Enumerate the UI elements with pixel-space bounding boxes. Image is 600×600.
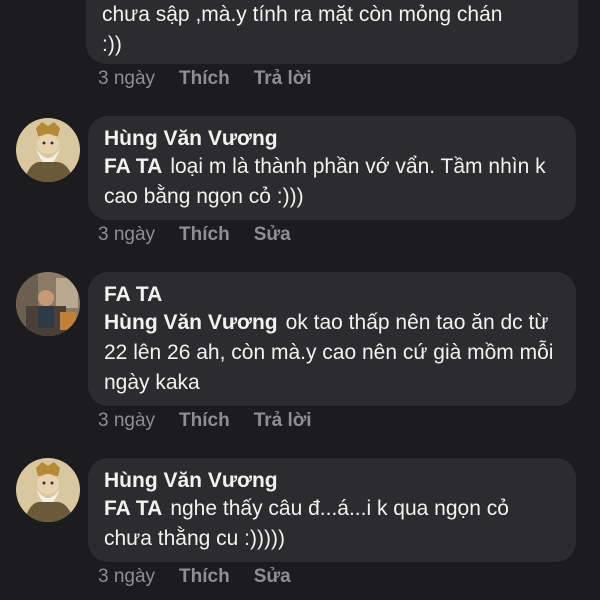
comment-text: chưa sập ,mà.y tính ra mặt còn mỏng chán… (102, 3, 503, 56)
like-button[interactable]: Thích (179, 68, 230, 90)
mention-link[interactable]: FA TA (104, 497, 162, 520)
comment-bubble: Hùng Văn Vương FA TA loại m là thành phần… (88, 116, 576, 220)
comment-actions: 3 ngày Thích Trả lời (98, 410, 312, 432)
edit-button[interactable]: Sửa (254, 566, 291, 588)
comment-text: nghe thấy câu đ...á...i k qua ngọn cỏ ch… (104, 497, 509, 550)
avatar-photo-icon (16, 272, 80, 336)
comment-body: FA TA nghe thấy câu đ...á...i k qua ngọn … (104, 494, 560, 554)
comment-actions: 3 ngày Thích Sửa (98, 224, 291, 246)
comment-author[interactable]: Hùng Văn Vương (104, 126, 560, 152)
comment-author[interactable]: Hùng Văn Vương (104, 468, 560, 494)
comment-bubble: FA TA Hùng Văn Vương ok tao thấp nên tao … (88, 272, 576, 406)
avatar[interactable] (16, 118, 80, 182)
mention-link[interactable]: FA TA (104, 155, 162, 178)
avatar-sage-icon (16, 458, 80, 522)
comment-body: Hùng Văn Vương ok tao thấp nên tao ăn dc … (104, 308, 560, 398)
reply-button[interactable]: Trả lời (254, 410, 312, 432)
edit-button[interactable]: Sửa (254, 224, 291, 246)
comment-time: 3 ngày (98, 68, 156, 89)
avatar-sage-icon (16, 118, 80, 182)
comment-actions: 3 ngày Thích Sửa (98, 566, 291, 588)
mention-link[interactable]: Hùng Văn Vương (104, 311, 278, 334)
like-button[interactable]: Thích (179, 224, 230, 246)
like-button[interactable]: Thích (179, 566, 230, 588)
reply-button[interactable]: Trả lời (254, 68, 312, 90)
comment-time: 3 ngày (98, 566, 156, 587)
avatar[interactable] (16, 458, 80, 522)
like-button[interactable]: Thích (179, 410, 230, 432)
comment-actions: 3 ngày Thích Trả lời (98, 68, 312, 90)
comment-author[interactable]: FA TA (104, 282, 560, 308)
comment-body: FA TA loại m là thành phần vớ vẩn. Tầm nh… (104, 152, 560, 212)
avatar[interactable] (16, 272, 80, 336)
comment-time: 3 ngày (98, 410, 156, 431)
comment-time: 3 ngày (98, 224, 156, 245)
comment-bubble: chưa sập ,mà.y tính ra mặt còn mỏng chán… (86, 0, 578, 64)
comment-bubble: Hùng Văn Vương FA TA nghe thấy câu đ...á.… (88, 458, 576, 562)
comment-text: loại m là thành phần vớ vẩn. Tầm nhìn k … (104, 155, 546, 208)
